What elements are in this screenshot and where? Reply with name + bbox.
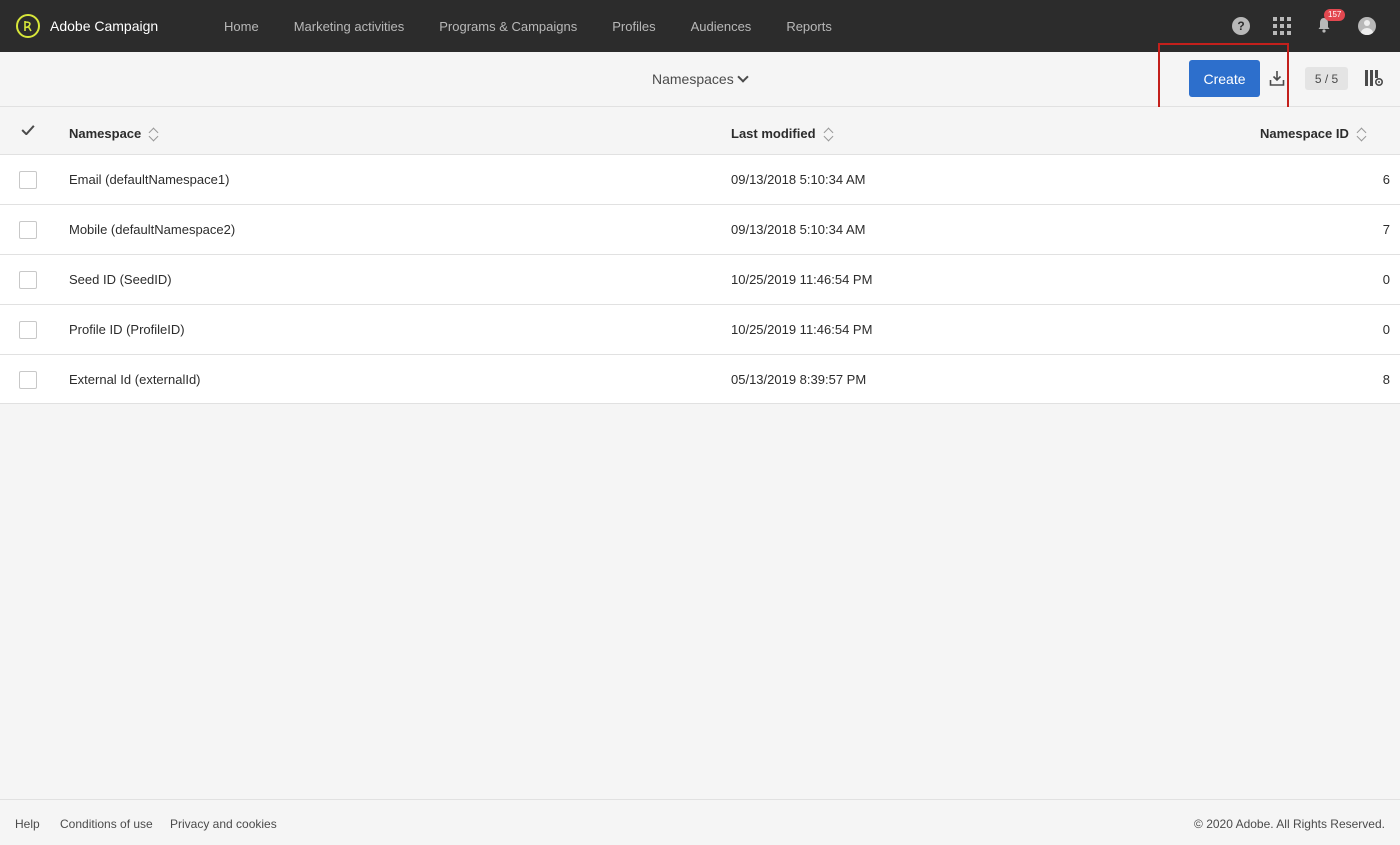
page-title-dropdown[interactable]: Namespaces <box>652 71 749 87</box>
column-header-namespace-id[interactable]: Namespace ID <box>1260 126 1367 141</box>
sort-icon <box>1355 127 1367 141</box>
footer-link-help[interactable]: Help <box>15 817 40 831</box>
column-settings-icon[interactable] <box>1364 69 1384 87</box>
brand[interactable]: Adobe Campaign <box>16 14 208 38</box>
footer-link-conditions[interactable]: Conditions of use <box>60 817 153 831</box>
namespace-cell: Email (defaultNamespace1) <box>69 172 230 187</box>
row-checkbox[interactable] <box>19 171 37 189</box>
nav-home[interactable]: Home <box>224 19 259 34</box>
namespace-cell: Profile ID (ProfileID) <box>69 322 185 337</box>
id-cell: 8 <box>1382 372 1390 387</box>
row-checkbox[interactable] <box>19 321 37 339</box>
modified-cell: 10/25/2019 11:46:54 PM <box>731 322 873 337</box>
modified-cell: 09/13/2018 5:10:34 AM <box>731 172 866 187</box>
id-cell: 0 <box>1382 272 1390 287</box>
column-header-last-modified[interactable]: Last modified <box>731 126 834 141</box>
copyright: © 2020 Adobe. All Rights Reserved. <box>1194 817 1385 831</box>
adobe-campaign-logo-icon <box>16 14 40 38</box>
download-icon[interactable] <box>1269 69 1285 87</box>
footer-link-privacy[interactable]: Privacy and cookies <box>170 817 277 831</box>
check-icon[interactable] <box>20 125 36 135</box>
nav-profiles[interactable]: Profiles <box>612 19 655 34</box>
chevron-down-icon <box>737 71 749 83</box>
id-cell: 7 <box>1382 222 1390 237</box>
nav-programs-campaigns[interactable]: Programs & Campaigns <box>439 19 577 34</box>
id-cell: 6 <box>1382 172 1390 187</box>
main-nav: Home Marketing activities Programs & Cam… <box>208 19 867 34</box>
apps-grid-icon[interactable] <box>1273 17 1291 35</box>
avatar-icon[interactable] <box>1358 17 1376 35</box>
notification-badge: 157 <box>1324 9 1346 21</box>
namespace-cell: External Id (externalId) <box>69 372 201 387</box>
table-header: Namespace Last modified Namespace ID <box>0 107 1400 155</box>
sort-icon <box>147 127 159 141</box>
page-title: Namespaces <box>652 71 734 87</box>
footer: Help Conditions of use Privacy and cooki… <box>0 799 1400 845</box>
table-row[interactable]: Email (defaultNamespace1) 09/13/2018 5:1… <box>0 155 1400 205</box>
modified-cell: 10/25/2019 11:46:54 PM <box>731 272 873 287</box>
notifications[interactable]: 157 <box>1316 9 1346 35</box>
column-header-namespace[interactable]: Namespace <box>69 126 159 141</box>
table-row[interactable]: Profile ID (ProfileID) 10/25/2019 11:46:… <box>0 305 1400 355</box>
table-row[interactable]: Mobile (defaultNamespace2) 09/13/2018 5:… <box>0 205 1400 255</box>
help-icon[interactable]: ? <box>1232 17 1250 35</box>
record-count: 5 / 5 <box>1305 67 1348 90</box>
namespace-cell: Mobile (defaultNamespace2) <box>69 222 236 237</box>
row-checkbox[interactable] <box>19 371 37 389</box>
row-checkbox[interactable] <box>19 271 37 289</box>
nav-reports[interactable]: Reports <box>786 19 832 34</box>
app-name: Adobe Campaign <box>50 18 159 34</box>
modified-cell: 05/13/2019 8:39:57 PM <box>731 372 867 387</box>
table-body: Email (defaultNamespace1) 09/13/2018 5:1… <box>0 155 1400 404</box>
row-checkbox[interactable] <box>19 221 37 239</box>
sort-icon <box>822 127 834 141</box>
id-cell: 0 <box>1382 322 1390 337</box>
create-button[interactable]: Create <box>1189 60 1260 97</box>
action-bar: Namespaces Create 5 / 5 <box>0 43 1400 111</box>
nav-audiences[interactable]: Audiences <box>691 19 752 34</box>
namespace-cell: Seed ID (SeedID) <box>69 272 172 287</box>
table-row[interactable]: Seed ID (SeedID) 10/25/2019 11:46:54 PM … <box>0 255 1400 305</box>
table-row[interactable]: External Id (externalId) 05/13/2019 8:39… <box>0 355 1400 404</box>
modified-cell: 09/13/2018 5:10:34 AM <box>731 222 866 237</box>
nav-marketing-activities[interactable]: Marketing activities <box>294 19 405 34</box>
